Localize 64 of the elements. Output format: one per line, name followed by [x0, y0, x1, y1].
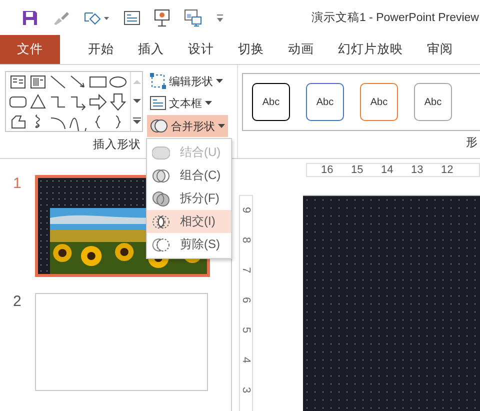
shape-tool-button[interactable]: 编辑形状 — [147, 71, 228, 91]
ruler-number: 9 — [239, 206, 253, 214]
ribbon-tab[interactable]: 开始 — [76, 35, 126, 64]
triangle-icon[interactable] — [29, 93, 47, 111]
slide-screen-icon[interactable] — [184, 8, 202, 26]
group-label: 形 — [466, 136, 478, 150]
ruler-number: 5 — [239, 326, 253, 334]
ribbon-tab[interactable]: 幻灯片放映 — [326, 35, 415, 64]
brush-icon[interactable] — [52, 10, 70, 26]
text-box-icon — [150, 96, 166, 110]
ruler-number: 13 — [411, 164, 424, 176]
ribbon-tab[interactable]: 审阅 — [415, 35, 465, 64]
text-box-icon[interactable] — [124, 10, 140, 24]
ribbon-tab[interactable]: 插入 — [126, 35, 176, 64]
ruler-number: 6 — [239, 296, 253, 304]
shapes-icon[interactable] — [84, 10, 110, 26]
ruler-number: 4 — [239, 356, 253, 364]
slide-thumbnail[interactable] — [35, 293, 208, 391]
edit-shape-icon — [150, 73, 166, 89]
line-icon[interactable] — [49, 73, 67, 91]
ribbon-tab[interactable]: 设计 — [176, 35, 226, 64]
text-box-icon[interactable] — [9, 73, 27, 91]
scroll-down-icon[interactable] — [132, 98, 140, 104]
shape-style-button[interactable]: Abc — [306, 83, 344, 121]
shape-tool-button[interactable]: 文本框 — [147, 93, 228, 113]
menu-item[interactable]: 组合(C) — [147, 164, 231, 187]
merge-shapes-icon — [150, 118, 168, 134]
presentation-icon[interactable] — [154, 8, 170, 26]
shape-style-button[interactable]: Abc — [414, 83, 452, 121]
ribbon-tab[interactable]: 切换 — [226, 35, 276, 64]
ruler-number: 15 — [351, 164, 364, 176]
combine-shapes-icon — [152, 168, 170, 184]
expand-gallery-icon[interactable] — [132, 116, 140, 124]
shape-tool-button[interactable]: 合并形状 — [147, 115, 228, 137]
ruler-number: 14 — [381, 164, 394, 176]
ruler-number: 12 — [441, 164, 454, 176]
menu-item[interactable]: 拆分(F) — [147, 187, 231, 210]
down-arrow-icon[interactable] — [109, 93, 127, 111]
ruler-number: 3 — [239, 386, 253, 394]
save-icon[interactable] — [22, 10, 38, 26]
freeform-icon[interactable] — [9, 113, 27, 131]
intersect-shapes-icon — [152, 214, 170, 230]
caret-icon — [205, 101, 212, 105]
subtract-shapes-icon — [152, 236, 170, 252]
group-label: 插入形状 — [93, 138, 141, 152]
caret-icon — [216, 79, 223, 83]
shape-style-button[interactable]: Abc — [360, 83, 398, 121]
file-tab[interactable]: 文件 — [0, 35, 60, 64]
ruler-number: 8 — [239, 236, 253, 244]
caret-icon — [218, 124, 225, 128]
shape-style-button[interactable]: Abc — [252, 83, 290, 121]
window-title: 演示文稿1 - PowerPoint Preview — [311, 10, 479, 25]
ruler-number: 16 — [321, 164, 334, 176]
menu-item[interactable]: 相交(I) — [147, 210, 231, 233]
ruler-number: 7 — [239, 266, 253, 274]
fragment-shapes-icon — [152, 190, 170, 206]
ribbon-tab[interactable]: 动画 — [276, 35, 326, 64]
right-arrow-icon[interactable] — [89, 93, 107, 111]
customize-icon[interactable] — [216, 12, 224, 22]
union-shapes-icon — [152, 144, 170, 160]
slide-number: 2 — [13, 293, 22, 310]
vertical-text-box-icon[interactable] — [29, 73, 47, 91]
menu-item[interactable]: 剪除(S) — [147, 233, 231, 256]
slide-number: 1 — [13, 175, 22, 192]
